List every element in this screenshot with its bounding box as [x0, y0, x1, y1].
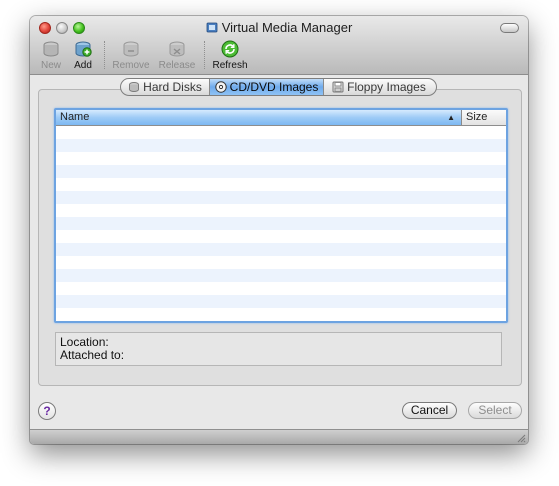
tab-hard-disks[interactable]: Hard Disks — [121, 79, 209, 95]
remove-disk-icon — [123, 41, 139, 57]
tab-hard-disks-label: Hard Disks — [143, 80, 202, 94]
attached-to-label: Attached to: — [60, 348, 125, 362]
media-info-panel: Location: Attached to: — [55, 332, 502, 366]
cd-dvd-icon — [214, 81, 227, 93]
refresh-button[interactable]: Refresh — [212, 40, 248, 71]
add-button[interactable]: Add — [70, 40, 96, 71]
title-toolbar-area: Virtual Media Manager New Add Remove Rel… — [30, 16, 528, 75]
tab-floppy-images[interactable]: Floppy Images — [323, 79, 434, 95]
hard-disk-icon — [129, 82, 140, 93]
help-icon: ? — [43, 404, 51, 418]
refresh-icon — [221, 40, 239, 58]
remove-button-label: Remove — [112, 60, 150, 71]
new-button[interactable]: New — [38, 40, 64, 71]
table-body[interactable] — [56, 126, 506, 321]
resize-grip-icon[interactable] — [516, 433, 526, 443]
sort-ascending-icon: ▲ — [447, 113, 455, 122]
add-button-label: Add — [74, 60, 92, 71]
new-button-label: New — [40, 60, 61, 71]
help-button[interactable]: ? — [38, 402, 56, 420]
release-disk-icon — [169, 41, 185, 57]
tab-floppy-images-label: Floppy Images — [347, 80, 426, 94]
new-disk-icon — [43, 41, 59, 57]
remove-button[interactable]: Remove — [112, 40, 150, 71]
floppy-icon — [332, 81, 344, 93]
column-header-name[interactable]: Name ▲ — [56, 110, 461, 125]
virtualbox-app-icon — [206, 22, 218, 33]
table-header: Name ▲ Size — [56, 110, 506, 126]
virtual-media-manager-window: Virtual Media Manager New Add Remove Rel… — [30, 16, 528, 444]
toolbar-separator — [204, 41, 205, 69]
tab-cd-dvd-images-label: CD/DVD Images — [229, 80, 319, 94]
location-label: Location: — [60, 335, 109, 349]
window-bottom-bar — [30, 429, 528, 444]
column-header-name-label: Name — [60, 111, 90, 123]
toolbar-toggle-button[interactable] — [500, 23, 519, 33]
column-header-size-label: Size — [466, 111, 488, 123]
cd-dvd-images-table[interactable]: Name ▲ Size — [54, 108, 508, 323]
refresh-button-label: Refresh — [212, 60, 248, 71]
add-disk-icon — [75, 41, 92, 57]
column-header-size[interactable]: Size — [461, 110, 506, 125]
tab-cd-dvd-images[interactable]: CD/DVD Images — [209, 79, 323, 95]
release-button[interactable]: Release — [158, 40, 196, 71]
release-button-label: Release — [158, 60, 196, 71]
window-titlebar: Virtual Media Manager — [30, 20, 528, 35]
window-title: Virtual Media Manager — [221, 20, 353, 35]
cancel-button[interactable]: Cancel — [402, 402, 457, 419]
select-button[interactable]: Select — [468, 402, 522, 419]
toolbar-separator — [104, 41, 105, 69]
media-type-tabs: Hard Disks CD/DVD Images Floppy Images — [120, 78, 437, 96]
